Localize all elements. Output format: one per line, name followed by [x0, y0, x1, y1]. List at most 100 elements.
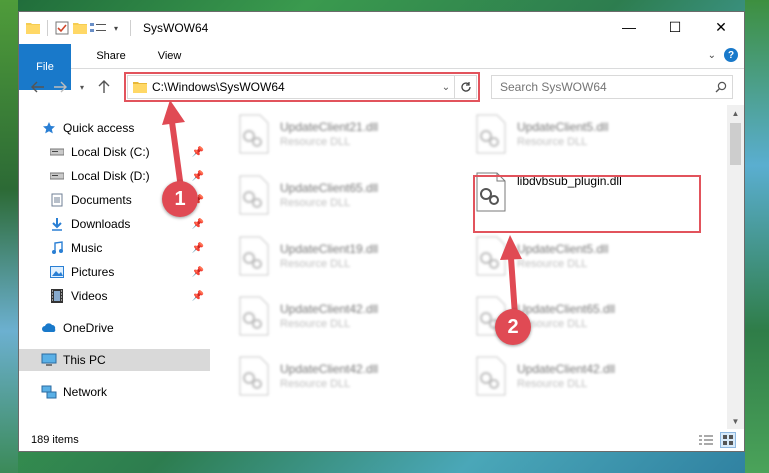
sidebar-item-label: This PC: [63, 353, 106, 367]
dll-file-icon: [236, 356, 272, 396]
status-bar: 189 items: [19, 429, 744, 451]
sidebar-item-network[interactable]: Network: [19, 381, 210, 403]
sidebar-item-videos[interactable]: Videos 📌: [19, 285, 210, 307]
window-title: SysWOW64: [143, 21, 209, 35]
file-item[interactable]: UpdateClient5.dll Resource DLL: [473, 233, 683, 279]
close-button[interactable]: ✕: [698, 12, 744, 42]
window-controls: — ☐ ✕: [606, 12, 744, 42]
sidebar-item-label: Quick access: [63, 121, 135, 135]
file-name: UpdateClient42.dll: [280, 302, 379, 316]
help-icon[interactable]: ?: [724, 48, 738, 62]
file-type: Resource DLL: [280, 136, 351, 148]
toolbar-separator: [130, 20, 131, 36]
properties-icon[interactable]: [54, 20, 70, 36]
search-icon[interactable]: [710, 81, 732, 93]
drive-icon: [49, 144, 65, 160]
file-name: UpdateClient65.dll: [517, 302, 616, 316]
vertical-scrollbar[interactable]: ▲ ▼: [727, 105, 744, 429]
tab-view[interactable]: View: [142, 44, 198, 68]
sidebar-item-onedrive[interactable]: OneDrive: [19, 317, 210, 339]
ribbon-tabs: File Home Share View ⌄ ?: [19, 44, 744, 90]
dll-file-icon: [473, 356, 509, 396]
tab-share[interactable]: Share: [80, 44, 141, 68]
file-type: Resource DLL: [517, 258, 588, 270]
pin-icon[interactable]: 📌: [192, 243, 204, 254]
file-item[interactable]: UpdateClient5.dll Resource DLL: [473, 111, 683, 157]
sidebar-item-music[interactable]: Music 📌: [19, 237, 210, 259]
file-name: UpdateClient42.dll: [280, 362, 379, 376]
sidebar-item-label: Downloads: [71, 217, 131, 231]
folder-icon: [25, 20, 41, 36]
file-type: Resource DLL: [517, 378, 588, 390]
title-bar: ▾ SysWOW64 — ☐ ✕: [19, 12, 744, 44]
explorer-window: ▾ SysWOW64 — ☐ ✕ File Home Share View ⌄ …: [18, 11, 745, 452]
file-highlight-box: [473, 175, 701, 233]
videos-icon: [49, 288, 65, 304]
scrollbar-thumb[interactable]: [730, 123, 741, 165]
up-button[interactable]: [93, 76, 115, 98]
sidebar-item-quick-access[interactable]: Quick access: [19, 117, 210, 139]
file-type: Resource DLL: [280, 318, 351, 330]
large-icons-view-icon[interactable]: [720, 432, 736, 448]
dll-file-icon: [236, 114, 272, 154]
minimize-button[interactable]: —: [606, 12, 652, 42]
view-buttons: [698, 432, 736, 448]
file-name: UpdateClient42.dll: [517, 362, 616, 376]
navigation-pane: Quick access Local Disk (C:) 📌 Local Dis…: [19, 105, 211, 429]
step-badge-2: 2: [495, 309, 531, 345]
dll-file-icon: [236, 296, 272, 336]
file-item[interactable]: UpdateClient19.dll Resource DLL: [236, 233, 446, 279]
drive-icon: [49, 168, 65, 184]
computer-icon: [41, 352, 57, 368]
file-name: UpdateClient19.dll: [280, 242, 379, 256]
network-icon: [41, 384, 57, 400]
view-options-icon[interactable]: [90, 20, 106, 36]
pin-icon[interactable]: 📌: [192, 171, 204, 182]
sidebar-item-this-pc[interactable]: This PC: [19, 349, 210, 371]
quick-access-toolbar: ▾: [19, 20, 135, 36]
file-item[interactable]: UpdateClient21.dll Resource DLL: [236, 111, 446, 157]
file-list: UpdateClient21.dll Resource DLL UpdateCli…: [211, 105, 744, 429]
chevron-down-icon[interactable]: ▾: [108, 20, 124, 36]
file-name: UpdateClient5.dll: [517, 120, 609, 134]
forward-button[interactable]: [49, 76, 71, 98]
cloud-icon: [41, 320, 57, 336]
scroll-up-icon[interactable]: ▲: [727, 105, 744, 121]
file-name: UpdateClient21.dll: [280, 120, 379, 134]
dll-file-icon: [236, 236, 272, 276]
pin-icon[interactable]: 📌: [192, 219, 204, 230]
recent-locations-icon[interactable]: ▾: [71, 76, 93, 98]
sidebar-item-local-disk-c[interactable]: Local Disk (C:) 📌: [19, 141, 210, 163]
pin-icon[interactable]: 📌: [192, 291, 204, 302]
sidebar-item-label: OneDrive: [63, 321, 114, 335]
toolbar-separator: [47, 20, 48, 36]
dll-file-icon: [473, 114, 509, 154]
search-box[interactable]: [491, 75, 733, 99]
item-count: 189 items: [31, 434, 79, 446]
search-input[interactable]: [500, 80, 710, 94]
star-icon: [41, 120, 57, 136]
pin-icon[interactable]: 📌: [192, 267, 204, 278]
scroll-down-icon[interactable]: ▼: [727, 413, 744, 429]
step-badge-1: 1: [162, 181, 198, 217]
file-item[interactable]: UpdateClient42.dll Resource DLL: [236, 353, 446, 399]
downloads-icon: [49, 216, 65, 232]
sidebar-item-pictures[interactable]: Pictures 📌: [19, 261, 210, 283]
file-item[interactable]: UpdateClient42.dll Resource DLL: [473, 353, 683, 399]
file-item[interactable]: UpdateClient42.dll Resource DLL: [236, 293, 446, 339]
file-name: UpdateClient65.dll: [280, 181, 379, 195]
file-type: Resource DLL: [280, 258, 351, 270]
sidebar-item-label: Music: [71, 241, 103, 255]
chevron-down-icon[interactable]: ⌄: [708, 50, 716, 61]
details-view-icon[interactable]: [698, 432, 714, 448]
file-type: Resource DLL: [280, 197, 351, 209]
file-item[interactable]: UpdateClient65.dll Resource DLL: [236, 172, 446, 218]
pin-icon[interactable]: 📌: [192, 147, 204, 158]
file-name: UpdateClient5.dll: [517, 242, 609, 256]
pictures-icon: [49, 264, 65, 280]
file-type: Resource DLL: [517, 136, 588, 148]
address-highlight-box: [124, 72, 480, 102]
back-button[interactable]: [27, 76, 49, 98]
new-folder-icon[interactable]: [72, 20, 88, 36]
maximize-button[interactable]: ☐: [652, 12, 698, 42]
